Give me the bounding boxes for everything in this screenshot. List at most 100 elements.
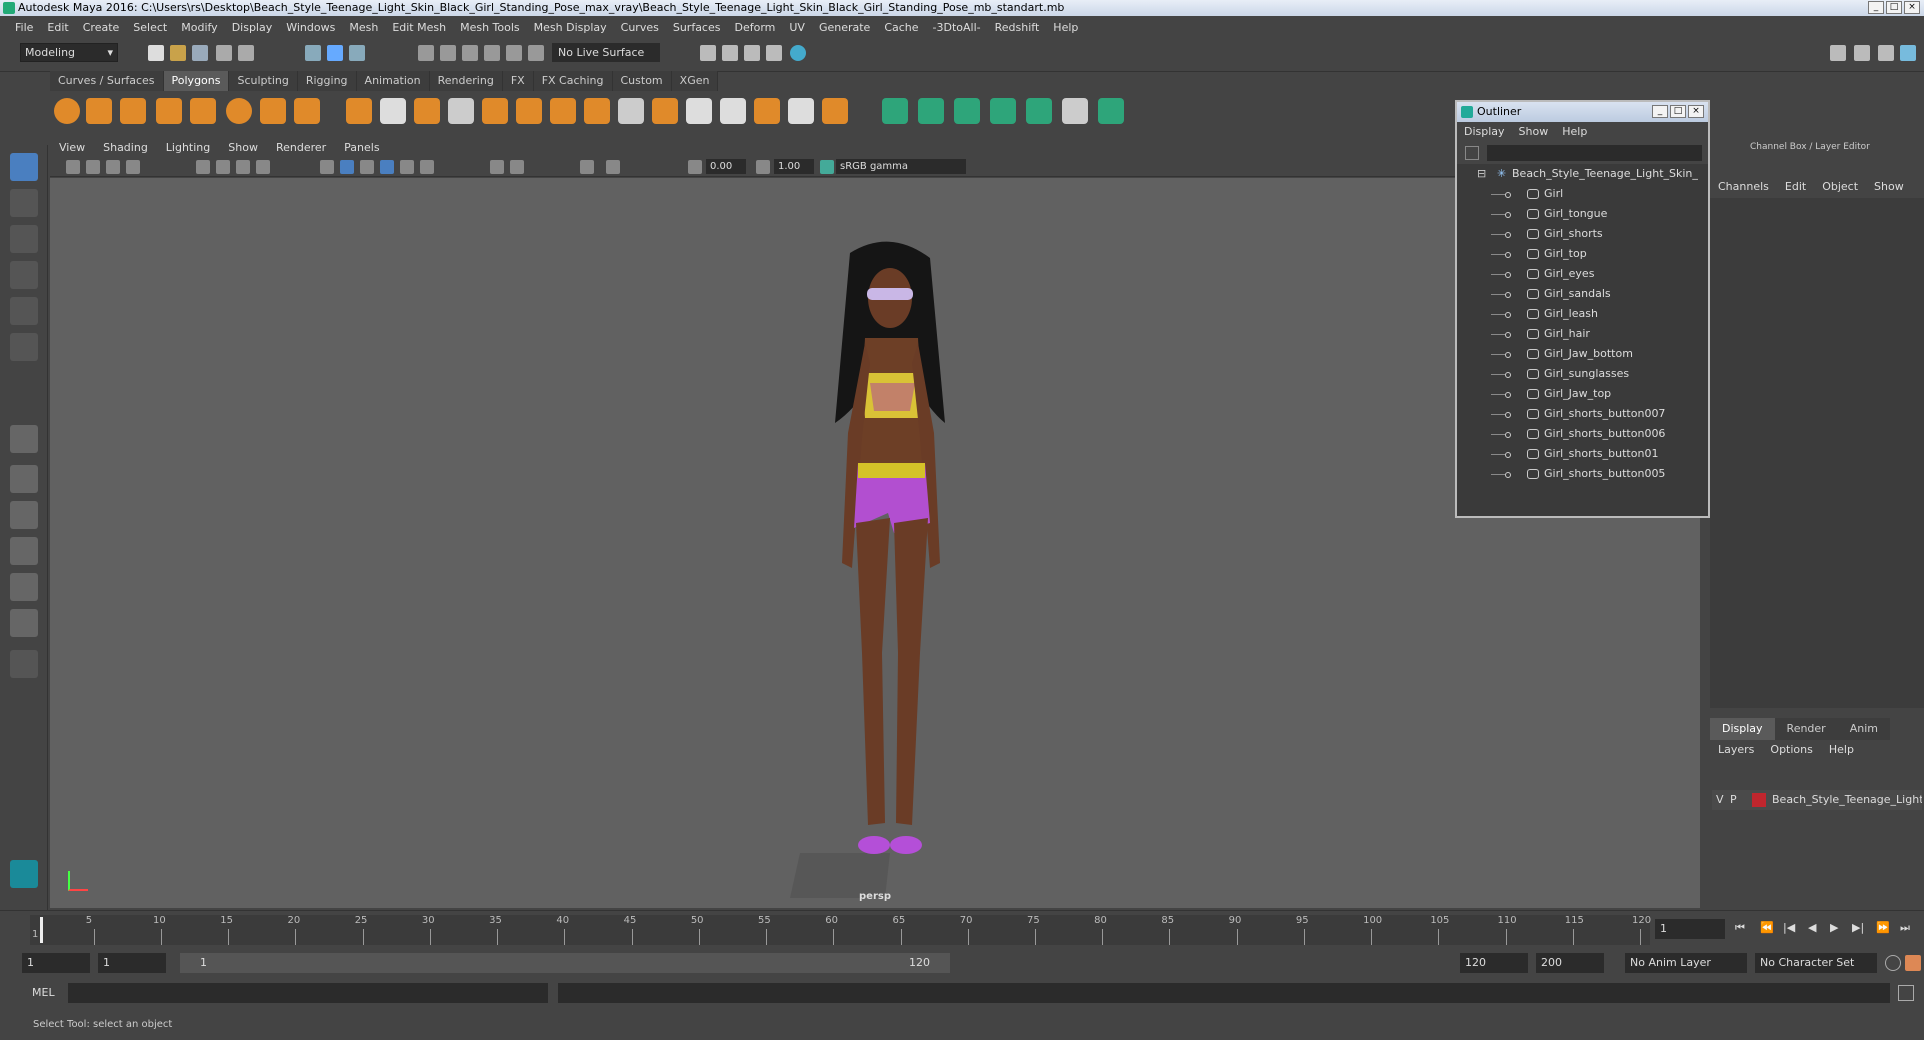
shelf-tab-fx[interactable]: FX [502, 71, 534, 91]
snap-point-icon[interactable] [462, 45, 478, 61]
wireframe-on-shaded-icon[interactable] [360, 160, 374, 174]
mirror-icon[interactable] [516, 98, 542, 124]
collapse-icon[interactable]: ⊟ [1477, 164, 1486, 184]
command-input[interactable] [68, 983, 548, 1003]
expand-dot-icon[interactable] [1505, 452, 1511, 458]
outliner-menu-display[interactable]: Display [1457, 122, 1512, 142]
two-pane-layout-icon[interactable] [10, 501, 38, 529]
menu-generate[interactable]: Generate [812, 21, 877, 34]
auto-key-icon[interactable] [1885, 955, 1901, 971]
target-weld-icon[interactable] [720, 98, 746, 124]
shelf-tab-xgen[interactable]: XGen [671, 71, 719, 91]
perspective-viewport[interactable]: persp [50, 178, 1700, 908]
panel-menu-lighting[interactable]: Lighting [157, 139, 219, 157]
anim-layer-select[interactable]: No Anim Layer [1625, 953, 1747, 973]
menu-mesh[interactable]: Mesh [342, 21, 385, 34]
camera-icon[interactable] [66, 160, 80, 174]
image-plane-icon[interactable] [126, 160, 140, 174]
go-to-start-icon[interactable]: ⏮ [1735, 921, 1745, 935]
textured-icon[interactable] [380, 160, 394, 174]
rotate-tool-icon[interactable] [10, 297, 38, 325]
poly-torus-icon[interactable] [226, 98, 252, 124]
expand-dot-icon[interactable] [1505, 232, 1511, 238]
shadows-icon[interactable] [420, 160, 434, 174]
cut-uv-icon[interactable] [990, 98, 1016, 124]
script-editor-icon[interactable] [1898, 985, 1914, 1001]
shelf-tab-rendering[interactable]: Rendering [429, 71, 503, 91]
poly-cylinder-icon[interactable] [120, 98, 146, 124]
modeling-toolkit-icon[interactable] [10, 860, 38, 888]
outliner-item[interactable]: Girl_shorts_button006 [1457, 424, 1708, 444]
combine-icon[interactable] [346, 98, 372, 124]
expand-dot-icon[interactable] [1505, 252, 1511, 258]
persp-outliner-layout-icon[interactable] [10, 537, 38, 565]
snap-surface-icon[interactable] [506, 45, 522, 61]
redo-icon[interactable] [238, 45, 254, 61]
layer-name[interactable]: Beach_Style_Teenage_Light_S [1772, 790, 1922, 810]
layer-color-swatch[interactable] [1752, 793, 1766, 807]
render-settings-icon[interactable] [744, 45, 760, 61]
append-icon[interactable] [652, 98, 678, 124]
menu-mesh-tools[interactable]: Mesh Tools [453, 21, 527, 34]
play-backwards-icon[interactable]: ◀ [1808, 921, 1816, 934]
close-button[interactable]: × [1904, 1, 1920, 14]
outliner-item[interactable]: Girl_shorts_button005 [1457, 464, 1708, 484]
playback-start-field[interactable]: 1 [98, 953, 166, 973]
shelf-tab-rigging[interactable]: Rigging [297, 71, 357, 91]
expand-dot-icon[interactable] [1505, 212, 1511, 218]
channel-menu-show[interactable]: Show [1866, 180, 1912, 193]
panel-menu-panels[interactable]: Panels [335, 139, 388, 157]
scale-tool-icon[interactable] [10, 333, 38, 361]
menu-display[interactable]: Display [225, 21, 280, 34]
layout-options-icon[interactable] [10, 650, 38, 678]
exposure-icon[interactable] [688, 160, 702, 174]
lasso-tool-icon[interactable] [10, 189, 38, 217]
filter-icon[interactable] [1465, 146, 1479, 160]
menu-modify[interactable]: Modify [174, 21, 224, 34]
poly-cone-icon[interactable] [156, 98, 182, 124]
animation-end-field[interactable]: 200 [1536, 953, 1604, 973]
channel-menu-object[interactable]: Object [1814, 180, 1866, 193]
maximize-button[interactable]: □ [1886, 1, 1902, 14]
attribute-editor-icon[interactable] [1854, 45, 1870, 61]
snap-vertex-icon[interactable] [528, 45, 544, 61]
poly-cube-icon[interactable] [86, 98, 112, 124]
smooth-shade-icon[interactable] [340, 160, 354, 174]
snap-view-icon[interactable] [484, 45, 500, 61]
layer-visibility-toggle[interactable]: V [1716, 790, 1724, 810]
panel-menu-view[interactable]: View [50, 139, 94, 157]
layer-playback-toggle[interactable]: P [1730, 790, 1737, 810]
play-forwards-icon[interactable]: ▶ [1830, 921, 1838, 934]
outliner-item[interactable]: Girl_shorts_button007 [1457, 404, 1708, 424]
select-object-icon[interactable] [327, 45, 343, 61]
character-set-select[interactable]: No Character Set [1755, 953, 1877, 973]
bevel-icon[interactable] [550, 98, 576, 124]
range-slider-bar[interactable]: 1 120 [180, 953, 950, 973]
separate-icon[interactable] [380, 98, 406, 124]
shelf-tab-fx-caching[interactable]: FX Caching [533, 71, 613, 91]
time-slider-bar[interactable]: 1 5 10 15 20 25 30 35 40 45 50 55 60 65 70 75 80 85 90 95 10… [30, 915, 1651, 945]
display-layer-row[interactable]: V P Beach_Style_Teenage_Light_S [1712, 790, 1922, 810]
playhead[interactable] [40, 917, 43, 943]
mode-selector[interactable]: Modeling ▾ [20, 43, 118, 62]
expand-dot-icon[interactable] [1505, 372, 1511, 378]
outliner-menu-show[interactable]: Show [1512, 122, 1556, 142]
outliner-root-item[interactable]: ⊟ ✳ Beach_Style_Teenage_Light_Skin_ [1457, 164, 1708, 184]
ambient-occlusion-icon[interactable] [490, 160, 504, 174]
menu-surfaces[interactable]: Surfaces [666, 21, 728, 34]
extract-icon[interactable] [448, 98, 474, 124]
menu-cache[interactable]: Cache [877, 21, 925, 34]
select-tool-icon[interactable] [10, 153, 38, 181]
wireframe-icon[interactable] [320, 160, 334, 174]
hypershade-layout-icon[interactable] [10, 609, 38, 637]
outliner-item[interactable]: Girl_eyes [1457, 264, 1708, 284]
render-globe-icon[interactable] [790, 45, 806, 61]
persp-graph-layout-icon[interactable] [10, 573, 38, 601]
menu-file[interactable]: File [8, 21, 40, 34]
step-forward-icon[interactable]: ⏩ [1876, 921, 1890, 934]
expand-dot-icon[interactable] [1505, 272, 1511, 278]
snap-grid-icon[interactable] [418, 45, 434, 61]
outliner-item[interactable]: Girl_hair [1457, 324, 1708, 344]
menu-redshift[interactable]: Redshift [988, 21, 1047, 34]
outliner-item[interactable]: Girl_sunglasses [1457, 364, 1708, 384]
